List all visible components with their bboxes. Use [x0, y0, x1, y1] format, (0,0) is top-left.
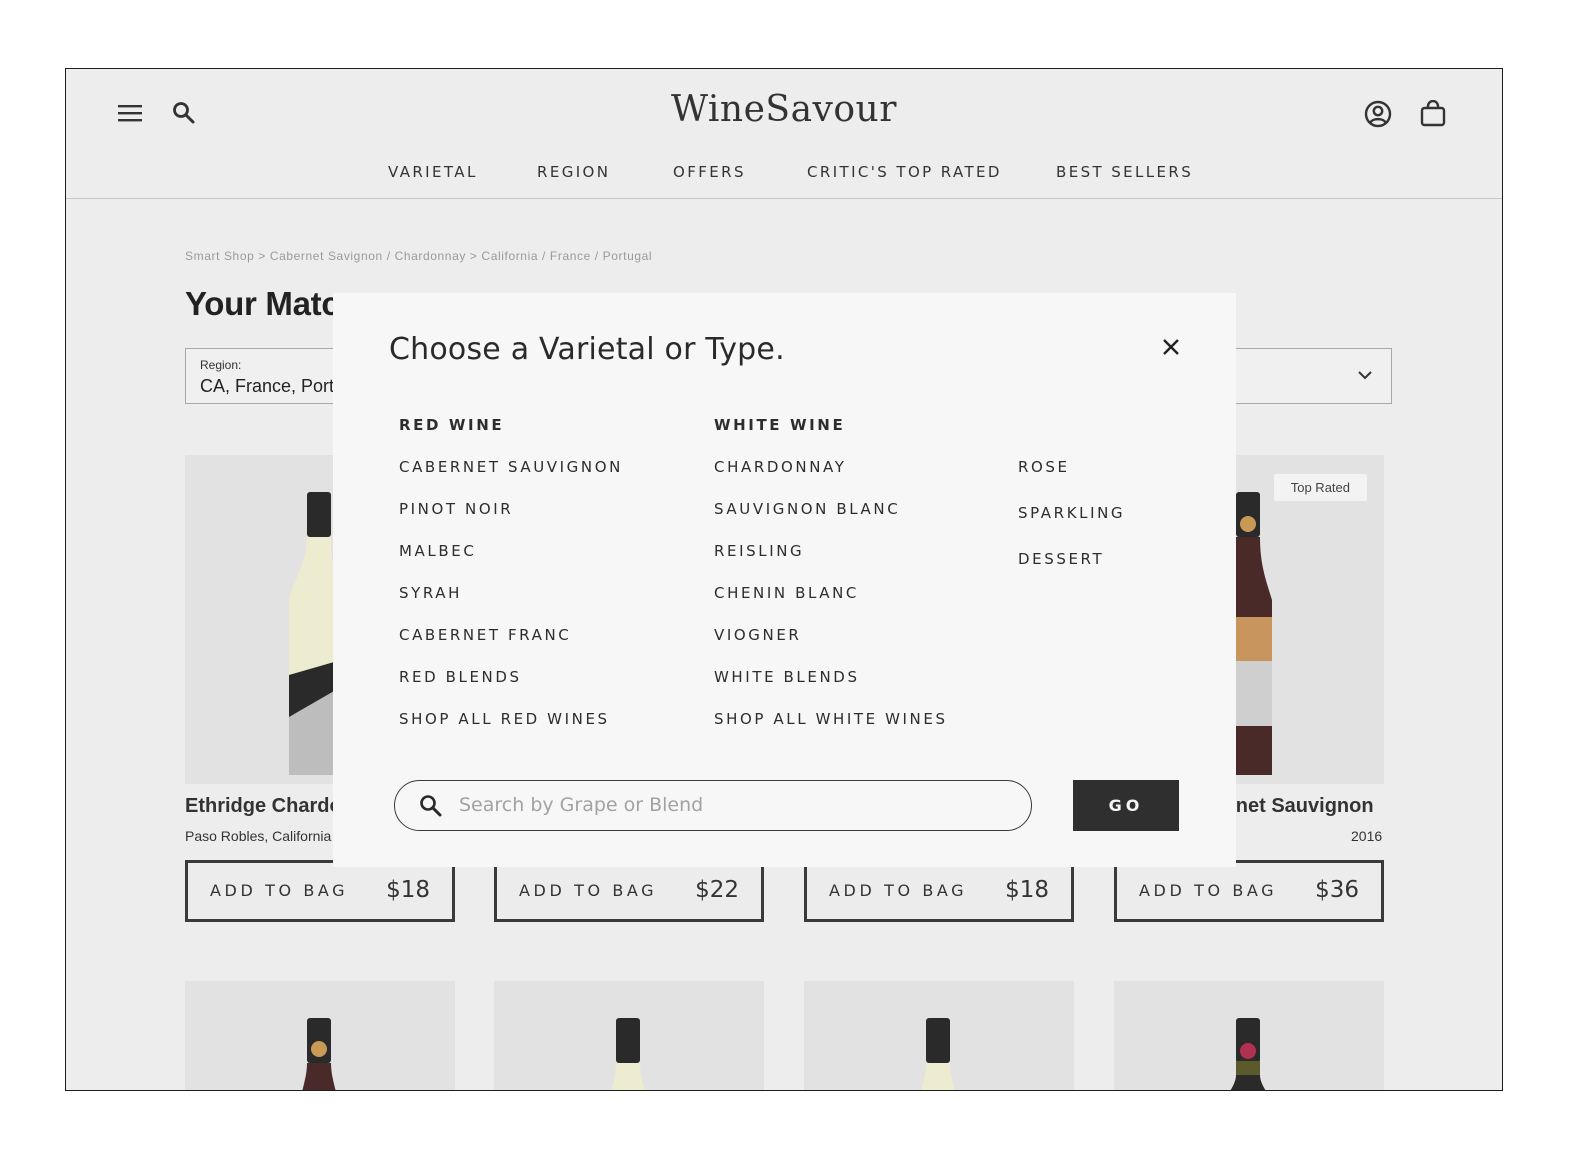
white-wine-heading[interactable]: WHITE WINE [714, 416, 845, 434]
add-to-bag-button[interactable]: ADD TO BAG $18 [804, 860, 1074, 922]
product-price: $36 [1315, 877, 1359, 903]
varietal-option[interactable]: REISLING [714, 542, 804, 560]
type-option[interactable]: ROSE [1018, 458, 1070, 476]
search-icon [420, 795, 442, 817]
product-price: $22 [695, 877, 739, 903]
nav-best-sellers[interactable]: BEST SELLERS [1056, 163, 1193, 181]
shop-all-red-link[interactable]: SHOP ALL RED WINES [399, 710, 610, 728]
product-name[interactable]: rnet Sauvignon [1228, 795, 1374, 818]
grape-search-input[interactable] [459, 791, 999, 819]
header-divider [66, 198, 1502, 199]
varietal-option[interactable]: RED BLENDS [399, 668, 522, 686]
varietal-option[interactable]: PINOT NOIR [399, 500, 513, 518]
varietal-option[interactable]: CABERNET SAUVIGNON [399, 458, 623, 476]
type-option[interactable]: DESSERT [1018, 550, 1104, 568]
filter-value: CA, France, Port [200, 376, 335, 396]
go-button[interactable]: GO [1073, 780, 1179, 831]
varietal-option[interactable]: CHENIN BLANC [714, 584, 859, 602]
filter-label: Region: [200, 358, 242, 372]
site-logo[interactable]: WineSavour [66, 89, 1502, 130]
product-price: $18 [1005, 877, 1049, 903]
varietal-option[interactable]: CHARDONNAY [714, 458, 847, 476]
varietal-option[interactable]: SAUVIGNON BLANC [714, 500, 900, 518]
add-to-bag-button[interactable]: ADD TO BAG $22 [494, 860, 764, 922]
white-wine-bottle-image [611, 1018, 645, 1090]
add-to-bag-label: ADD TO BAG [210, 881, 349, 900]
product-region: Paso Robles, California [185, 828, 332, 844]
nav-varietal[interactable]: VARIETAL [388, 163, 478, 181]
shopping-bag-icon[interactable] [1420, 100, 1446, 128]
product-image[interactable] [494, 981, 764, 1090]
chevron-down-icon[interactable] [1357, 369, 1373, 381]
product-image[interactable] [185, 981, 455, 1090]
varietal-option[interactable]: WHITE BLENDS [714, 668, 860, 686]
red-wine-bottle-image [302, 1018, 336, 1090]
varietal-option[interactable]: MALBEC [399, 542, 476, 560]
varietal-modal: Choose a Varietal or Type. RED WINE CABE… [333, 293, 1236, 867]
add-to-bag-label: ADD TO BAG [829, 881, 968, 900]
type-option[interactable]: SPARKLING [1018, 504, 1125, 522]
grape-search-box [394, 780, 1032, 831]
top-rated-badge: Top Rated [1273, 474, 1367, 501]
app-window: WineSavour VARIETAL REGION OFFERS CRITIC… [65, 68, 1503, 1091]
nav-critics-top-rated[interactable]: CRITIC'S TOP RATED [807, 163, 1002, 181]
sort-filter[interactable] [1226, 348, 1392, 404]
product-vintage: 2016 [1351, 828, 1383, 844]
region-filter[interactable]: Region: CA, France, Port [185, 348, 345, 404]
add-to-bag-label: ADD TO BAG [1139, 881, 1278, 900]
product-price: $18 [386, 877, 430, 903]
nav-region[interactable]: REGION [537, 163, 610, 181]
varietal-option[interactable]: SYRAH [399, 584, 462, 602]
nav-offers[interactable]: OFFERS [673, 163, 746, 181]
modal-title: Choose a Varietal or Type. [389, 332, 785, 367]
varietal-option[interactable]: VIOGNER [714, 626, 801, 644]
page-title: Your Matc [185, 285, 340, 322]
white-wine-bottle-image [921, 1018, 955, 1090]
breadcrumb[interactable]: Smart Shop > Cabernet Savignon / Chardon… [185, 249, 652, 263]
shop-all-white-link[interactable]: SHOP ALL WHITE WINES [714, 710, 948, 728]
product-image[interactable] [1114, 981, 1384, 1090]
close-icon[interactable] [1155, 331, 1187, 363]
product-name[interactable]: Ethridge Chardo [185, 795, 342, 818]
add-to-bag-button[interactable]: ADD TO BAG $18 [185, 860, 455, 922]
red-wine-bottle-image [1230, 1018, 1266, 1090]
account-icon[interactable] [1364, 100, 1392, 128]
add-to-bag-button[interactable]: ADD TO BAG $36 [1114, 860, 1384, 922]
red-wine-heading[interactable]: RED WINE [399, 416, 504, 434]
add-to-bag-label: ADD TO BAG [519, 881, 658, 900]
varietal-option[interactable]: CABERNET FRANC [399, 626, 571, 644]
product-image[interactable] [804, 981, 1074, 1090]
main-nav: VARIETAL REGION OFFERS CRITIC'S TOP RATE… [66, 163, 1502, 185]
